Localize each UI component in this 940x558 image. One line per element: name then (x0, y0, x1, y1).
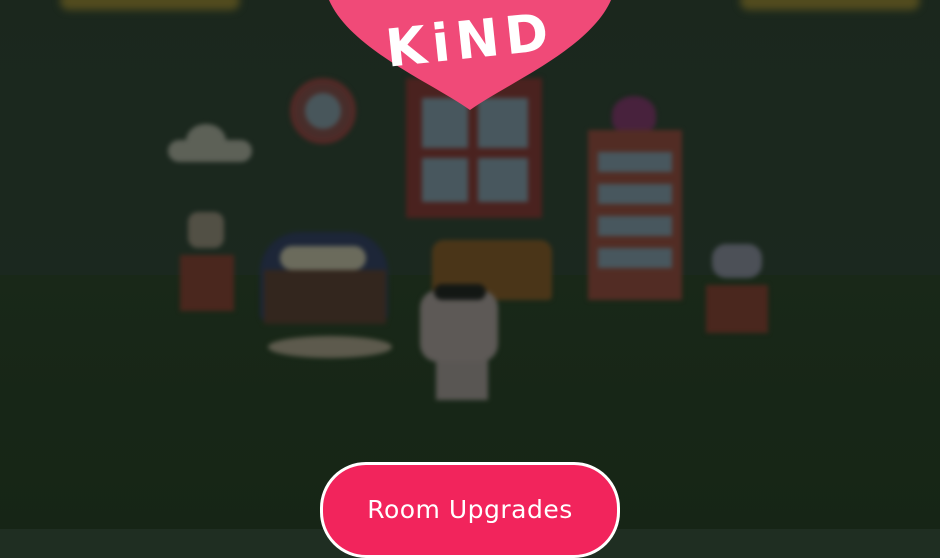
room-upgrades-label: Room Upgrades (367, 495, 573, 524)
room-upgrades-button[interactable]: Room Upgrades (320, 462, 620, 558)
dim-overlay (0, 0, 940, 529)
game-room-scene (0, 0, 940, 529)
